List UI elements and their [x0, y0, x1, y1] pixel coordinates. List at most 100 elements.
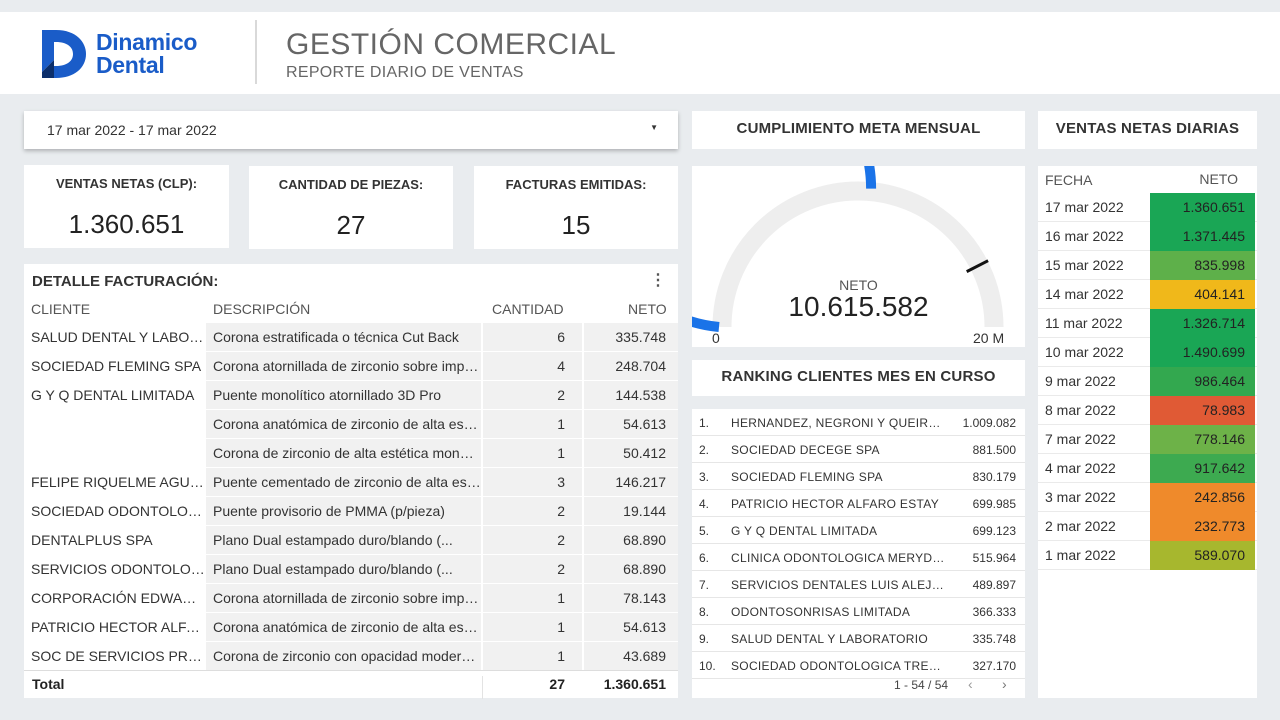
table-row[interactable]: CORPORACIÓN EDWARDS Corona atornillada de…	[24, 584, 678, 613]
column-header-cliente[interactable]: CLIENTE	[31, 301, 90, 317]
cell-neto: 248.704	[583, 352, 678, 381]
cell-fecha: 17 mar 2022	[1045, 199, 1124, 215]
cell-cliente: FELIPE RIQUELME AGUILERA	[31, 474, 205, 490]
column-header-fecha[interactable]: FECHA	[1045, 172, 1092, 188]
page-title: GESTIÓN COMERCIAL	[286, 28, 617, 61]
table-row[interactable]: Corona de zirconio de alta estética mono…	[24, 439, 678, 468]
cell-neto: 54.613	[583, 410, 678, 439]
table-row[interactable]: G Y Q DENTAL LIMITADA Puente monolítico a…	[24, 381, 678, 410]
daily-row[interactable]: 16 mar 2022 1.371.445	[1038, 222, 1257, 251]
gauge-value: 10.615.582	[788, 291, 929, 322]
table-row[interactable]: DENTALPLUS SPA Plano Dual estampado duro/…	[24, 526, 678, 555]
daily-row[interactable]: 15 mar 2022 835.998	[1038, 251, 1257, 280]
cell-neto: 68.890	[583, 526, 678, 555]
pagination-label: 1 - 54 / 54	[894, 678, 949, 692]
daily-row[interactable]: 8 mar 2022 78.983	[1038, 396, 1257, 425]
table-row[interactable]: FELIPE RIQUELME AGUILERAPuente cementado…	[24, 468, 678, 497]
total-label: Total	[32, 676, 65, 692]
logo-line-1: Dinamico	[96, 29, 198, 55]
kpi-label: FACTURAS EMITIDAS:	[505, 177, 647, 192]
ranking-row[interactable]: 1. HERNANDEZ, NEGRONI Y QUEIROLO 1.009.082	[692, 409, 1025, 436]
daily-row[interactable]: 7 mar 2022 778.146	[1038, 425, 1257, 454]
cell-neto: 917.642	[1150, 454, 1255, 483]
daily-row[interactable]: 17 mar 2022 1.360.651	[1038, 193, 1257, 222]
cell-cantidad: 2	[482, 497, 582, 526]
rank-client-name: SOCIEDAD ODONTOLOGICA TRES PUNTAS	[731, 659, 946, 673]
ranking-row[interactable]: 3. SOCIEDAD FLEMING SPA 830.179	[692, 463, 1025, 490]
rank-client-name: G Y Q DENTAL LIMITADA	[731, 524, 878, 538]
cell-neto: 144.538	[583, 381, 678, 410]
cell-descripcion: Plano Dual estampado duro/blando (...	[206, 526, 481, 555]
rank-client-name: SALUD DENTAL Y LABORATORIO	[731, 632, 928, 646]
rank-client-name: CLINICA ODONTOLOGICA MERYDENT	[731, 551, 946, 565]
table-title: DETALLE FACTURACIÓN:	[32, 273, 219, 290]
ranking-table: 1. HERNANDEZ, NEGRONI Y QUEIROLO 1.009.082…	[692, 409, 1025, 698]
ranking-title: RANKING CLIENTES MES EN CURSO	[721, 368, 996, 385]
daily-row[interactable]: 4 mar 2022 917.642	[1038, 454, 1257, 483]
rank-number: 3.	[699, 470, 710, 484]
cell-fecha: 11 mar 2022	[1045, 315, 1123, 331]
column-header-neto[interactable]: NETO	[1199, 171, 1238, 187]
daily-row[interactable]: 1 mar 2022 589.070	[1038, 541, 1257, 570]
cell-descripcion: Corona de zirconio de alta estética mono…	[206, 439, 481, 468]
daily-row[interactable]: 9 mar 2022 986.464	[1038, 367, 1257, 396]
cell-neto: 1.360.651	[1150, 193, 1255, 222]
chevron-left-icon[interactable]: ‹	[968, 676, 973, 692]
logo-d-icon	[42, 30, 86, 78]
table-row[interactable]: SALUD DENTAL Y LABORATORIOCorona estrati…	[24, 323, 678, 352]
daily-row[interactable]: 2 mar 2022 232.773	[1038, 512, 1257, 541]
chevron-right-icon[interactable]: ›	[1002, 676, 1007, 692]
rank-value: 1.009.082	[962, 416, 1016, 430]
table-row[interactable]: SOCIEDAD ODONTOLOGICA Puente provisorio d…	[24, 497, 678, 526]
cell-cantidad: 4	[482, 352, 582, 381]
kebab-menu-icon[interactable]: ⋮	[650, 270, 666, 290]
header-bar: Dinamico Dental GESTIÓN COMERCIAL REPORT…	[0, 12, 1280, 94]
cell-neto: 1.326.714	[1150, 309, 1255, 338]
date-range-picker[interactable]: 17 mar 2022 - 17 mar 2022 ▼	[24, 111, 678, 149]
cell-neto: 78.983	[1150, 396, 1255, 425]
rank-client-name: SOCIEDAD DECEGE SPA	[731, 443, 880, 457]
cell-cantidad: 2	[482, 381, 582, 410]
dropdown-triangle-icon[interactable]: ▼	[650, 123, 658, 132]
table-row[interactable]: PATRICIO HECTOR ALFARO ESTAYCorona anató…	[24, 613, 678, 642]
cell-descripcion: Corona estratificada o técnica Cut Back	[206, 323, 481, 352]
table-row[interactable]: SOC DE SERVICIOS PROFESIONALESCorona de …	[24, 642, 678, 671]
ranking-row[interactable]: 7. SERVICIOS DENTALES LUIS ALEJANDRO 489.8…	[692, 571, 1025, 598]
column-header-descripcion[interactable]: DESCRIPCIÓN	[213, 301, 310, 317]
kpi-value: 27	[336, 210, 366, 240]
kpi-value: 1.360.651	[68, 209, 185, 239]
daily-row[interactable]: 14 mar 2022 404.141	[1038, 280, 1257, 309]
table-row[interactable]: SERVICIOS ODONTOLOGICOSPlano Dual estamp…	[24, 555, 678, 584]
table-row[interactable]: Corona anatómica de zirconio de alta est…	[24, 410, 678, 439]
dinamico-dental-logo: Dinamico Dental	[38, 26, 208, 82]
cell-neto: 54.613	[583, 613, 678, 642]
ranking-row[interactable]: 5. G Y Q DENTAL LIMITADA 699.123	[692, 517, 1025, 544]
daily-row[interactable]: 10 mar 2022 1.490.699	[1038, 338, 1257, 367]
cell-fecha: 1 mar 2022	[1045, 547, 1116, 563]
column-header-cantidad[interactable]: CANTIDAD	[492, 301, 564, 317]
ranking-row[interactable]: 6. CLINICA ODONTOLOGICA MERYDENT 515.964	[692, 544, 1025, 571]
cell-descripcion: Corona atornillada de zirconio sobre imp…	[206, 352, 481, 381]
ranking-row[interactable]: 8. ODONTOSONRISAS LIMITADA 366.333	[692, 598, 1025, 625]
cell-cantidad: 1	[482, 613, 582, 642]
rank-number: 2.	[699, 443, 710, 457]
rank-number: 9.	[699, 632, 710, 646]
rank-client-name: SERVICIOS DENTALES LUIS ALEJANDRO	[731, 578, 946, 592]
ranking-row[interactable]: 4. PATRICIO HECTOR ALFARO ESTAY 699.985	[692, 490, 1025, 517]
meta-gauge-card: NETO 10.615.582 0 20 M	[692, 166, 1025, 347]
cell-cliente: DENTALPLUS SPA	[31, 532, 153, 548]
cell-cantidad: 3	[482, 468, 582, 497]
ranking-row[interactable]: 2. SOCIEDAD DECEGE SPA 881.500	[692, 436, 1025, 463]
column-header-neto[interactable]: NETO	[628, 301, 667, 317]
kpi-cantidad-piezas: CANTIDAD DE PIEZAS: 27	[249, 166, 453, 249]
cell-neto: 335.748	[583, 323, 678, 352]
cell-fecha: 9 mar 2022	[1045, 373, 1116, 389]
daily-row[interactable]: 3 mar 2022 242.856	[1038, 483, 1257, 512]
cell-neto: 146.217	[583, 468, 678, 497]
daily-title: VENTAS NETAS DIARIAS	[1055, 120, 1240, 137]
table-row[interactable]: SOCIEDAD FLEMING SPA Corona atornillada d…	[24, 352, 678, 381]
daily-row[interactable]: 11 mar 2022 1.326.714	[1038, 309, 1257, 338]
rank-value: 830.179	[972, 470, 1016, 484]
ranking-row[interactable]: 9. SALUD DENTAL Y LABORATORIO 335.748	[692, 625, 1025, 652]
ranking-row[interactable]: 10. SOCIEDAD ODONTOLOGICA TRES PUNTAS 327.…	[692, 652, 1025, 679]
